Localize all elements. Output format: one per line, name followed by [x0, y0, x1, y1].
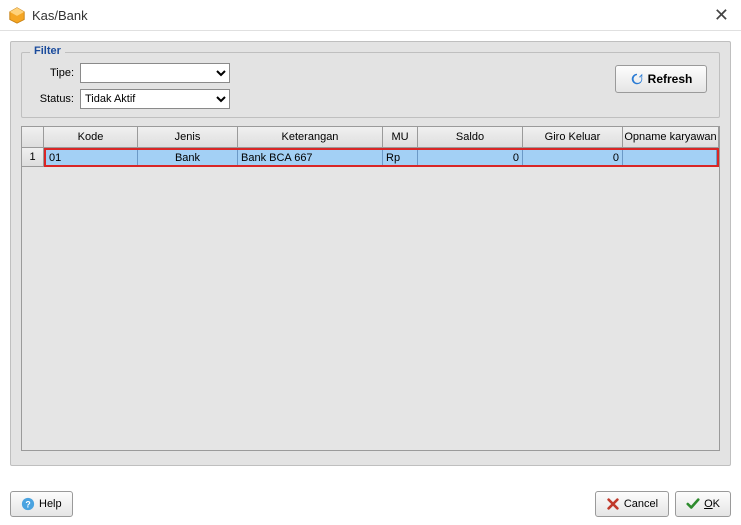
col-header-jenis[interactable]: Jenis: [138, 127, 238, 147]
refresh-icon: [630, 72, 644, 86]
cell-jenis: Bank: [138, 150, 238, 165]
col-header-opname[interactable]: Opname karyawan: [623, 127, 719, 147]
cancel-label: Cancel: [624, 498, 658, 510]
footer-bar: ? Help Cancel OK: [10, 491, 731, 517]
row-number: 1: [22, 148, 44, 167]
cell-giro: 0: [523, 150, 623, 165]
status-select[interactable]: Tidak Aktif: [80, 89, 230, 109]
col-header-giro[interactable]: Giro Keluar: [523, 127, 623, 147]
selected-row-highlight: 01 Bank Bank BCA 667 Rp 0 0: [44, 148, 719, 167]
main-panel: Filter Tipe: Status: Tidak Aktif Refresh: [10, 41, 731, 466]
app-icon: [8, 6, 26, 24]
ok-button[interactable]: OK: [675, 491, 731, 517]
cell-opname: [623, 150, 717, 165]
grid-header-row: Kode Jenis Keterangan MU Saldo Giro Kelu…: [22, 127, 719, 148]
window: Kas/Bank ✕ Filter Tipe: Status: Tidak Ak…: [0, 0, 741, 525]
cell-mu: Rp: [383, 150, 418, 165]
cancel-button[interactable]: Cancel: [595, 491, 669, 517]
window-title: Kas/Bank: [32, 8, 88, 23]
cell-saldo: 0: [418, 150, 523, 165]
svg-text:?: ?: [25, 500, 30, 510]
help-button[interactable]: ? Help: [10, 491, 73, 517]
cell-keterangan: Bank BCA 667: [238, 150, 383, 165]
refresh-label: Refresh: [648, 72, 693, 86]
col-header-kode[interactable]: Kode: [44, 127, 138, 147]
status-label: Status:: [32, 93, 74, 105]
refresh-button[interactable]: Refresh: [615, 65, 707, 93]
titlebar: Kas/Bank ✕: [0, 0, 741, 31]
help-label: Help: [39, 498, 62, 510]
ok-icon: [686, 497, 700, 511]
filter-group: Filter Tipe: Status: Tidak Aktif Refresh: [21, 52, 720, 118]
col-header-mu[interactable]: MU: [383, 127, 418, 147]
content-area: Filter Tipe: Status: Tidak Aktif Refresh: [0, 31, 741, 476]
tipe-label: Tipe:: [32, 67, 74, 79]
filter-legend: Filter: [30, 45, 65, 57]
ok-label: OK: [704, 498, 720, 510]
tipe-select[interactable]: [80, 63, 230, 83]
cancel-icon: [606, 497, 620, 511]
cell-kode: 01: [46, 150, 138, 165]
col-header-saldo[interactable]: Saldo: [418, 127, 523, 147]
col-header-rownum[interactable]: [22, 127, 44, 147]
col-header-keterangan[interactable]: Keterangan: [238, 127, 383, 147]
help-icon: ?: [21, 497, 35, 511]
close-button[interactable]: ✕: [710, 3, 733, 28]
table-row[interactable]: 1 01 Bank Bank BCA 667 Rp 0 0: [22, 148, 719, 167]
data-grid[interactable]: Kode Jenis Keterangan MU Saldo Giro Kelu…: [21, 126, 720, 451]
